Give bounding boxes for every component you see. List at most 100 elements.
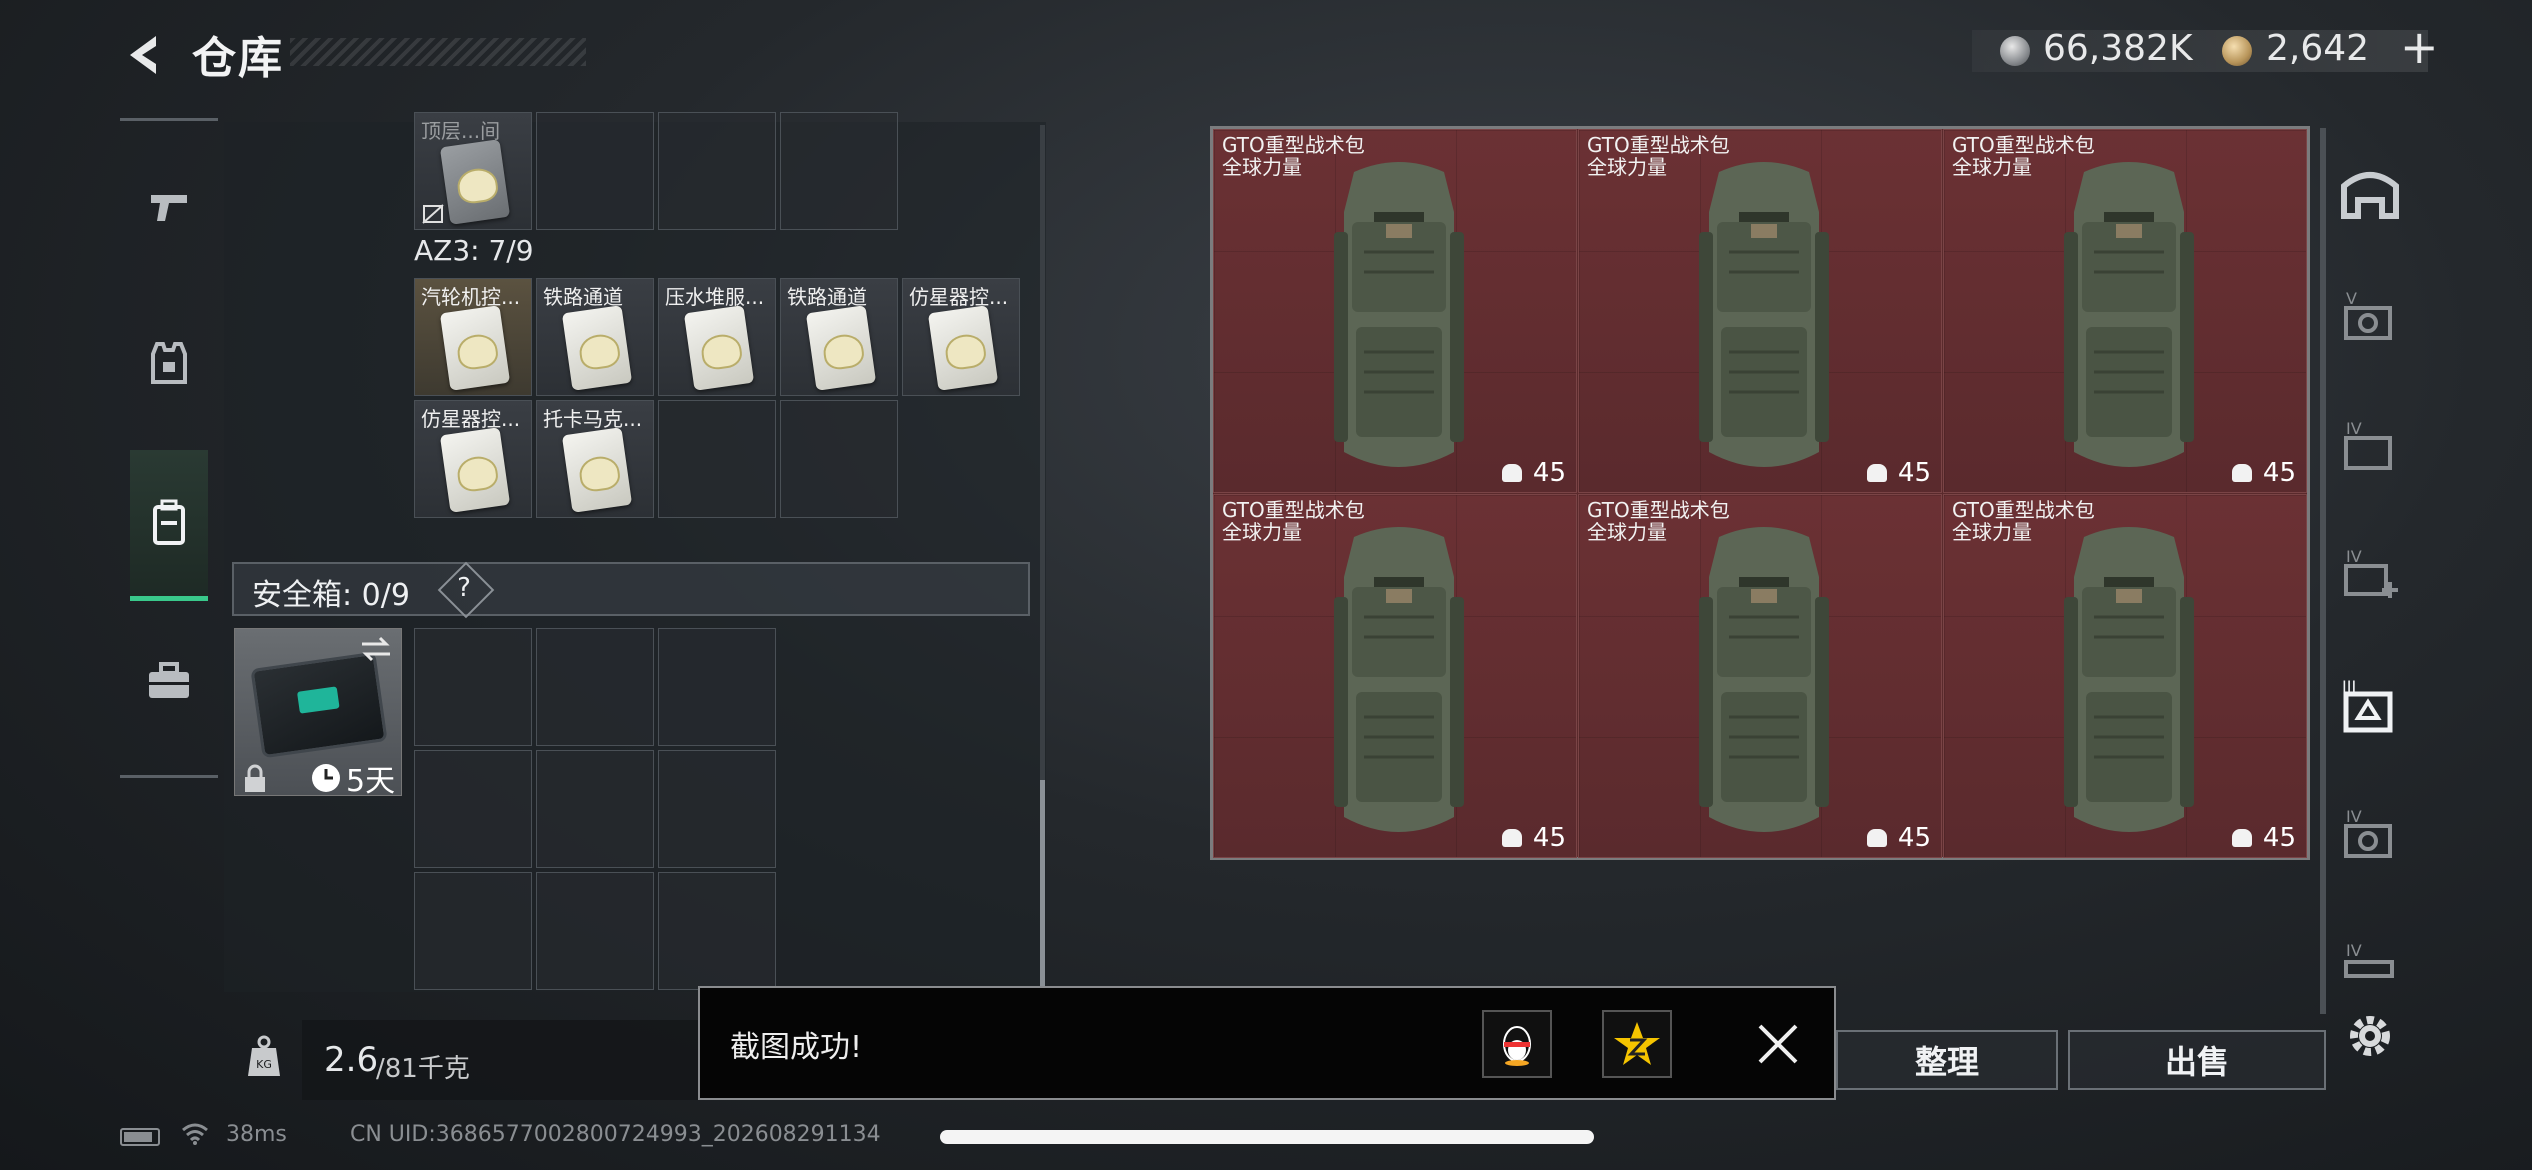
tier-v-case-icon[interactable]: V	[2334, 282, 2406, 354]
safe-slot[interactable]	[414, 750, 532, 868]
backpack-image	[1334, 162, 1464, 467]
gold-coin-icon	[2222, 36, 2252, 66]
safe-slot[interactable]	[536, 750, 654, 868]
clock-icon	[312, 764, 340, 792]
item-label: 托卡马克...	[543, 407, 643, 431]
keycard-slot[interactable]: 压水堆服...	[658, 278, 776, 396]
share-qq-button[interactable]	[1482, 1010, 1552, 1078]
category-weapons[interactable]	[130, 162, 208, 252]
category-backpack[interactable]	[130, 478, 208, 568]
empty-slot[interactable]	[536, 112, 654, 230]
tier-iv-box-icon[interactable]: IV	[2334, 412, 2406, 484]
backpack-item[interactable]: GTO重型战术包 全球力量 45	[1943, 494, 2307, 858]
item-name: GTO重型战术包 全球力量	[1222, 133, 1365, 179]
qq-penguin-icon	[1503, 1026, 1531, 1066]
capacity-icon	[2232, 464, 2252, 482]
safe-slot[interactable]	[536, 872, 654, 990]
back-arrow-icon[interactable]	[118, 30, 168, 80]
battery-level	[124, 1132, 152, 1142]
keycard-slot[interactable]: 仿星器控...	[902, 278, 1020, 396]
tier-iv-vehicle-icon[interactable]: IV	[2334, 930, 2406, 1002]
safe-slot[interactable]	[658, 872, 776, 990]
settings-gear-icon[interactable]	[2340, 1006, 2400, 1066]
keycard-slot[interactable]: 铁路通道	[780, 278, 898, 396]
swap-icon[interactable]	[358, 634, 394, 664]
safe-slot[interactable]	[536, 628, 654, 746]
item-name: GTO重型战术包 全球力量	[1952, 498, 2095, 544]
category-supplies[interactable]	[130, 636, 208, 726]
backpack-image	[2064, 527, 2194, 832]
keycard-image	[683, 305, 755, 391]
weight-icon: KG	[248, 1035, 280, 1076]
item-name: GTO重型战术包 全球力量	[1952, 133, 2095, 179]
user-uid: CN UID:3686577002800724993_202608291134	[350, 1122, 881, 1147]
empty-slot[interactable]	[658, 400, 776, 518]
share-qzone-button[interactable]	[1602, 1010, 1672, 1078]
backpack-item[interactable]: GTO重型战术包 全球力量 45	[1578, 494, 1942, 858]
warehouse-icon[interactable]	[2334, 160, 2406, 232]
vest-icon	[151, 342, 187, 384]
item-label: 顶层...间	[421, 119, 501, 143]
safe-slot[interactable]	[658, 628, 776, 746]
svg-text:IV: IV	[2346, 419, 2362, 438]
item-label: 铁路通道	[543, 285, 623, 309]
page-title: 仓库	[192, 33, 284, 84]
home-indicator[interactable]	[940, 1130, 1594, 1144]
backpack-image	[1699, 527, 1829, 832]
empty-slot[interactable]	[780, 112, 898, 230]
keycard-slot-top[interactable]: 顶层...间	[414, 112, 532, 230]
silver-coin-icon	[2000, 36, 2030, 66]
backpack-item[interactable]: GTO重型战术包 全球力量 45	[1213, 494, 1577, 858]
keycard-slot[interactable]: 铁路通道	[536, 278, 654, 396]
item-label: 仿星器控...	[421, 407, 521, 431]
backpack-item[interactable]: GTO重型战术包 全球力量 45	[1213, 129, 1577, 493]
item-capacity: 45	[2262, 458, 2296, 488]
capacity-icon	[1502, 829, 1522, 847]
tier-iii-safe-icon[interactable]: III	[2334, 672, 2406, 744]
item-name: GTO重型战术包 全球力量	[1587, 133, 1730, 179]
tier-iv-case-icon[interactable]: IV	[2334, 800, 2406, 872]
empty-slot[interactable]	[658, 112, 776, 230]
item-name: GTO重型战术包 全球力量	[1587, 498, 1730, 544]
backpack-item[interactable]: GTO重型战术包 全球力量 45	[1578, 129, 1942, 493]
item-label: 压水堆服...	[665, 285, 765, 309]
keycard-image	[805, 305, 877, 391]
svg-text:V: V	[2346, 289, 2357, 308]
help-icon[interactable]: ?	[446, 570, 482, 606]
backpack-image	[1334, 527, 1464, 832]
item-label: 铁路通道	[787, 285, 867, 309]
weight-max: /81千克	[376, 1054, 470, 1084]
right-rail-divider	[2320, 128, 2326, 1014]
pistol-icon	[151, 195, 187, 221]
no-trade-icon	[422, 204, 444, 224]
safe-slot[interactable]	[658, 750, 776, 868]
safe-slot[interactable]	[414, 872, 532, 990]
keycard-slot[interactable]: 仿星器控...	[414, 400, 532, 518]
keycard-slot[interactable]: 托卡马克...	[536, 400, 654, 518]
backpack-icon	[153, 499, 185, 545]
safe-box-label: 安全箱: 0/9	[252, 578, 410, 613]
item-capacity: 45	[1532, 458, 1566, 488]
category-equipment[interactable]	[130, 318, 208, 408]
add-currency-button[interactable]: +	[2400, 20, 2439, 74]
item-capacity: 45	[1532, 823, 1566, 853]
keycard-slot[interactable]: 汽轮机控...	[414, 278, 532, 396]
scrollbar-thumb[interactable]	[1040, 780, 1045, 990]
lock-icon	[245, 764, 265, 792]
backpack-item[interactable]: GTO重型战术包 全球力量 45	[1943, 129, 2307, 493]
safe-slot[interactable]	[414, 628, 532, 746]
wifi-icon	[182, 1123, 208, 1145]
tier-iv-medkit-icon[interactable]: IV	[2334, 540, 2406, 612]
empty-slot[interactable]	[780, 400, 898, 518]
item-label: 仿星器控...	[909, 285, 1009, 309]
item-label: 汽轮机控...	[421, 285, 521, 309]
backpack-image	[2064, 162, 2194, 467]
sell-button[interactable]: 出售	[2068, 1030, 2326, 1090]
svg-text:IV: IV	[2346, 547, 2362, 566]
capacity-icon	[2232, 829, 2252, 847]
keycard-image	[561, 427, 633, 513]
sort-button[interactable]: 整理	[1836, 1030, 2058, 1090]
backpack-image	[1699, 162, 1829, 467]
close-icon[interactable]	[1754, 1020, 1802, 1068]
svg-text:IV: IV	[2346, 807, 2362, 826]
